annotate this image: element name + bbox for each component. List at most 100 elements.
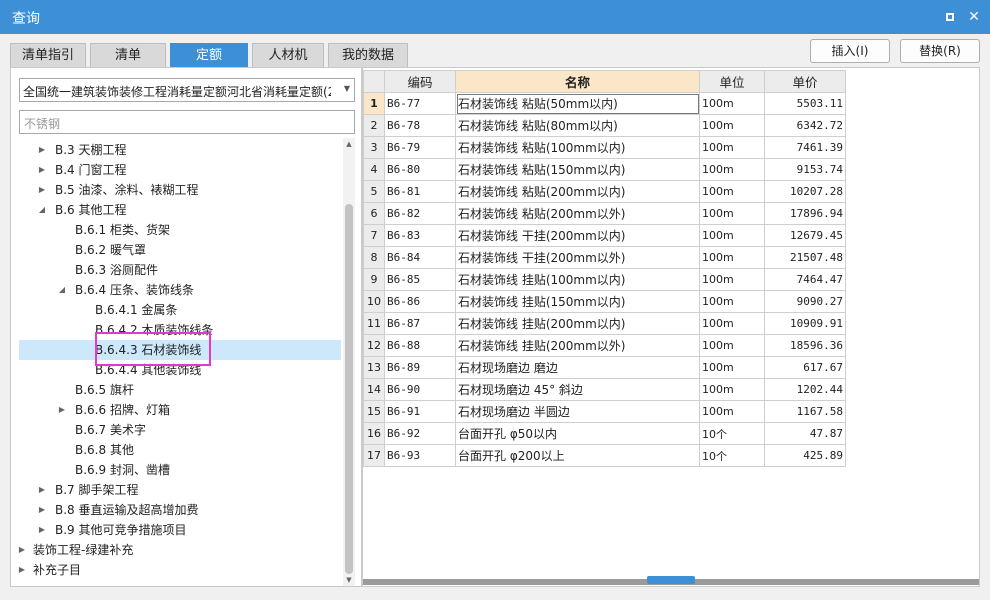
cell-unit[interactable]: 100m bbox=[699, 312, 765, 335]
tree-node[interactable]: B.6.1 柜类、货架 bbox=[11, 220, 343, 240]
expand-arrow-icon[interactable]: ▶ bbox=[17, 540, 27, 560]
cell-code[interactable]: B6-78 bbox=[384, 114, 456, 137]
cell-price[interactable]: 7461.39 bbox=[764, 136, 846, 159]
tree-node[interactable]: B.6.4.2 木质装饰线条 bbox=[11, 320, 343, 340]
maximize-icon[interactable] bbox=[942, 9, 958, 25]
cell-name[interactable]: 台面开孔 φ50以内 bbox=[455, 422, 700, 445]
expand-arrow-icon[interactable]: ▶ bbox=[37, 480, 47, 500]
table-row[interactable]: 9 B6-85 石材装饰线 挂贴(100mm以内) 100m 7464.47 bbox=[363, 268, 846, 291]
tree-node[interactable]: B.6.3 浴厕配件 bbox=[11, 260, 343, 280]
table-row[interactable]: 4 B6-80 石材装饰线 粘贴(150mm以内) 100m 9153.74 bbox=[363, 158, 846, 181]
scroll-thumb[interactable] bbox=[345, 204, 353, 574]
cell-name[interactable]: 石材现场磨边 磨边 bbox=[455, 356, 700, 379]
row-number[interactable]: 3 bbox=[363, 136, 385, 159]
table-row[interactable]: 6 B6-82 石材装饰线 粘贴(200mm以外) 100m 17896.94 bbox=[363, 202, 846, 225]
grid-splitter[interactable] bbox=[363, 576, 979, 585]
row-number[interactable]: 2 bbox=[363, 114, 385, 137]
tree-node[interactable]: ▶ B.8 垂直运输及超高增加费 bbox=[11, 500, 343, 520]
cell-unit[interactable]: 100m bbox=[699, 268, 765, 291]
tree-node[interactable]: ▶ B.6.6 招牌、灯箱 bbox=[11, 400, 343, 420]
cell-unit[interactable]: 100m bbox=[699, 290, 765, 313]
cell-price[interactable]: 10909.91 bbox=[764, 312, 846, 335]
cell-unit[interactable]: 100m bbox=[699, 400, 765, 423]
table-row[interactable]: 15 B6-91 石材现场磨边 半圆边 100m 1167.58 bbox=[363, 400, 846, 423]
row-number[interactable]: 11 bbox=[363, 312, 385, 335]
row-number[interactable]: 8 bbox=[363, 246, 385, 269]
cell-unit[interactable]: 100m bbox=[699, 202, 765, 225]
tree-node[interactable]: B.6.8 其他 bbox=[11, 440, 343, 460]
cell-name[interactable]: 石材装饰线 粘贴(150mm以内) bbox=[455, 158, 700, 181]
splitter-handle[interactable] bbox=[647, 576, 695, 584]
expand-arrow-icon[interactable]: ▶ bbox=[37, 180, 47, 200]
row-number[interactable]: 4 bbox=[363, 158, 385, 181]
cell-name[interactable]: 石材装饰线 粘贴(100mm以内) bbox=[455, 136, 700, 159]
cell-name[interactable]: 石材装饰线 粘贴(200mm以内) bbox=[455, 180, 700, 203]
expand-arrow-icon[interactable]: ▶ bbox=[37, 520, 47, 540]
tree-node[interactable]: B.6.5 旗杆 bbox=[11, 380, 343, 400]
cell-unit[interactable]: 100m bbox=[699, 114, 765, 137]
row-number[interactable]: 12 bbox=[363, 334, 385, 357]
cell-name[interactable]: 石材装饰线 干挂(200mm以外) bbox=[455, 246, 700, 269]
table-row[interactable]: 17 B6-93 台面开孔 φ200以上 10个 425.89 bbox=[363, 444, 846, 467]
cell-code[interactable]: B6-92 bbox=[384, 422, 456, 445]
cell-name[interactable]: 石材装饰线 粘贴(50mm以内) bbox=[455, 92, 700, 115]
cell-name[interactable]: 石材装饰线 粘贴(80mm以内) bbox=[455, 114, 700, 137]
cell-unit[interactable]: 100m bbox=[699, 246, 765, 269]
tab-labor-material[interactable]: 人材机 bbox=[252, 43, 324, 67]
search-input[interactable]: 不锈钢 bbox=[19, 110, 355, 134]
row-number[interactable]: 10 bbox=[363, 290, 385, 313]
cell-price[interactable]: 9090.27 bbox=[764, 290, 846, 313]
tree-node[interactable]: B.6.2 暖气罩 bbox=[11, 240, 343, 260]
row-number[interactable]: 7 bbox=[363, 224, 385, 247]
table-row[interactable]: 12 B6-88 石材装饰线 挂贴(200mm以外) 100m 18596.36 bbox=[363, 334, 846, 357]
expand-arrow-icon[interactable]: ▶ bbox=[37, 140, 47, 160]
cell-code[interactable]: B6-89 bbox=[384, 356, 456, 379]
table-row[interactable]: 7 B6-83 石材装饰线 干挂(200mm以内) 100m 12679.45 bbox=[363, 224, 846, 247]
cell-name[interactable]: 石材装饰线 干挂(200mm以内) bbox=[455, 224, 700, 247]
tree-node[interactable]: B.6.4.1 金属条 bbox=[11, 300, 343, 320]
row-number[interactable]: 15 bbox=[363, 400, 385, 423]
cell-code[interactable]: B6-90 bbox=[384, 378, 456, 401]
cell-code[interactable]: B6-83 bbox=[384, 224, 456, 247]
tree-node[interactable]: ▶ 补充子目 bbox=[11, 560, 343, 580]
tree-node[interactable]: ▶ B.3 天棚工程 bbox=[11, 140, 343, 160]
tree-node[interactable]: ▶ B.9 其他可竞争措施项目 bbox=[11, 520, 343, 540]
expand-arrow-icon[interactable]: ▶ bbox=[17, 560, 27, 580]
cell-price[interactable]: 1167.58 bbox=[764, 400, 846, 423]
cell-unit[interactable]: 10个 bbox=[699, 444, 765, 467]
cell-code[interactable]: B6-79 bbox=[384, 136, 456, 159]
cell-code[interactable]: B6-86 bbox=[384, 290, 456, 313]
tab-bill[interactable]: 清单 bbox=[90, 43, 166, 67]
cell-unit[interactable]: 100m bbox=[699, 180, 765, 203]
cell-price[interactable]: 9153.74 bbox=[764, 158, 846, 181]
close-icon[interactable]: ✕ bbox=[966, 9, 982, 25]
tree-scrollbar[interactable]: ▲ ▼ bbox=[343, 138, 355, 586]
cell-code[interactable]: B6-91 bbox=[384, 400, 456, 423]
cell-unit[interactable]: 100m bbox=[699, 92, 765, 115]
tree-node[interactable]: ▶ B.5 油漆、涂料、裱糊工程 bbox=[11, 180, 343, 200]
cell-unit[interactable]: 100m bbox=[699, 224, 765, 247]
insert-button[interactable]: 插入(I) bbox=[810, 39, 890, 63]
library-select[interactable]: 全国统一建筑装饰装修工程消耗量定额河北省消耗量定额(2012) ▼ bbox=[19, 78, 355, 102]
collapse-arrow-icon[interactable]: ◢ bbox=[37, 200, 47, 220]
row-number[interactable]: 13 bbox=[363, 356, 385, 379]
collapse-arrow-icon[interactable]: ◢ bbox=[57, 280, 67, 300]
cell-unit[interactable]: 100m bbox=[699, 356, 765, 379]
table-row[interactable]: 1 B6-77 石材装饰线 粘贴(50mm以内) 100m 5503.11 bbox=[363, 92, 846, 115]
tree-node[interactable]: ▶ B.4 门窗工程 bbox=[11, 160, 343, 180]
cell-name[interactable]: 石材装饰线 挂贴(200mm以外) bbox=[455, 334, 700, 357]
cell-code[interactable]: B6-93 bbox=[384, 444, 456, 467]
table-row[interactable]: 8 B6-84 石材装饰线 干挂(200mm以外) 100m 21507.48 bbox=[363, 246, 846, 269]
expand-arrow-icon[interactable]: ▶ bbox=[37, 500, 47, 520]
cell-name[interactable]: 台面开孔 φ200以上 bbox=[455, 444, 700, 467]
cell-code[interactable]: B6-88 bbox=[384, 334, 456, 357]
table-row[interactable]: 5 B6-81 石材装饰线 粘贴(200mm以内) 100m 10207.28 bbox=[363, 180, 846, 203]
column-header-unit[interactable]: 单位 bbox=[699, 70, 765, 93]
tab-my-data[interactable]: 我的数据 bbox=[328, 43, 408, 67]
tree-node[interactable]: ◢ B.6.4 压条、装饰线条 bbox=[11, 280, 343, 300]
tab-quota[interactable]: 定额 bbox=[170, 43, 248, 67]
tree-node[interactable]: B.6.7 美术字 bbox=[11, 420, 343, 440]
row-number[interactable]: 1 bbox=[363, 92, 385, 115]
cell-name[interactable]: 石材装饰线 挂贴(200mm以内) bbox=[455, 312, 700, 335]
column-header-code[interactable]: 编码 bbox=[384, 70, 456, 93]
